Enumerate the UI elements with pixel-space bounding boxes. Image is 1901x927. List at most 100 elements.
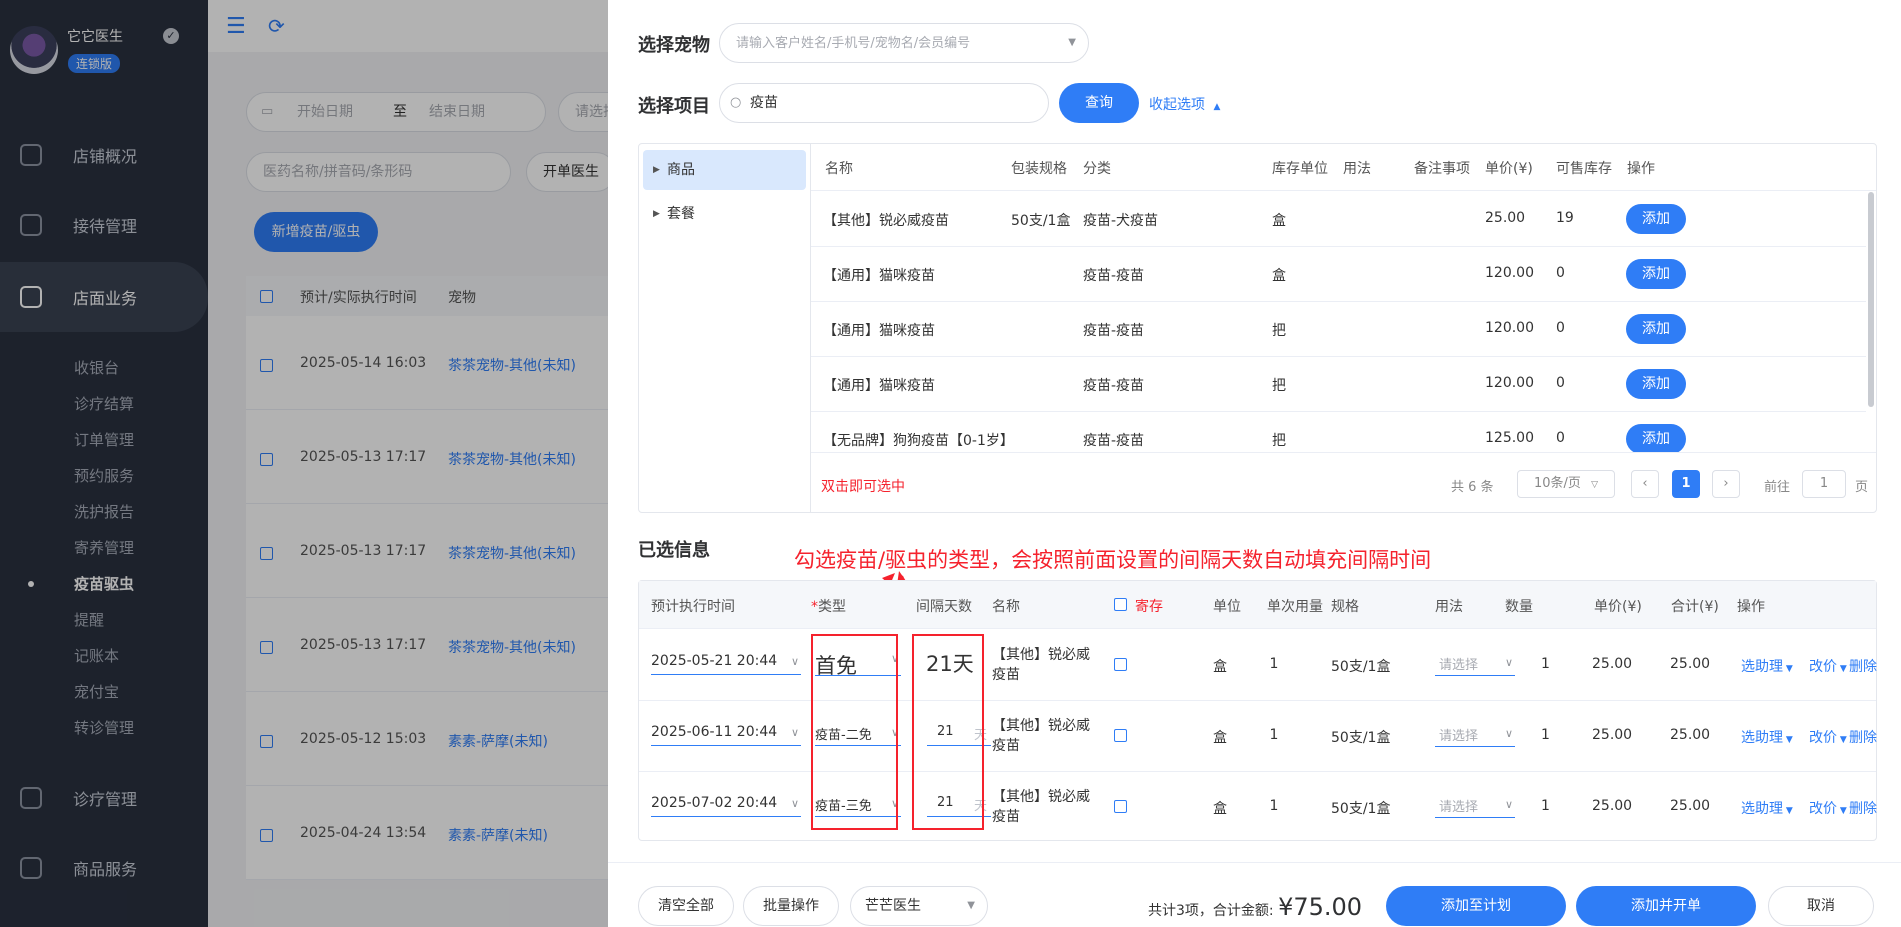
chevron-down-icon: ∨ — [1504, 727, 1513, 740]
doctor-select[interactable]: 芒芒医生 ▼ — [850, 886, 988, 926]
usage-select[interactable]: 请选择 ∨ — [1435, 725, 1515, 747]
reprice-dropdown[interactable]: 改价 ▼ — [1809, 656, 1847, 676]
add-product-button[interactable]: 添加 — [1626, 259, 1686, 289]
exec-time-picker[interactable]: 2025-05-21 20:44 ∨ — [651, 653, 801, 675]
column-actions: 操作 — [1627, 161, 1655, 177]
add-product-button[interactable]: 添加 — [1626, 204, 1686, 234]
product-row[interactable]: 【其他】锐必威疫苗 50支/1盒 疫苗-犬疫苗 盒 25.00 19 添加 — [811, 192, 1866, 247]
item-dose[interactable]: 1 — [1257, 656, 1291, 672]
select-assistant-dropdown[interactable]: 选助理 ▼ — [1741, 727, 1793, 747]
delete-link[interactable]: 删除 — [1849, 656, 1877, 676]
product-row[interactable]: 【无品牌】狗狗疫苗【0-1岁】 疫苗-疫苗 把 125.00 0 添加 — [811, 412, 1866, 452]
product-category: 疫苗-犬疫苗 — [1083, 213, 1159, 229]
item-dose[interactable]: 1 — [1257, 727, 1291, 743]
add-product-button[interactable]: 添加 — [1626, 369, 1686, 399]
item-total: 25.00 — [1670, 798, 1711, 814]
usage-select[interactable]: 请选择 ∨ — [1435, 796, 1515, 818]
exec-time-picker[interactable]: 2025-07-02 20:44 ∨ — [651, 795, 801, 817]
batch-operation-button[interactable]: 批量操作 — [743, 886, 839, 926]
product-row[interactable]: 【通用】猫咪疫苗 疫苗-疫苗 把 120.00 0 添加 — [811, 357, 1866, 412]
column-spec: 包装规格 — [1011, 161, 1067, 177]
tree-item-package[interactable]: ▶ 套餐 — [643, 194, 806, 234]
product-unit: 把 — [1272, 378, 1286, 394]
item-dose[interactable]: 1 — [1257, 798, 1291, 814]
exec-time-picker[interactable]: 2025-06-11 20:44 ∨ — [651, 724, 801, 746]
product-category: 疫苗-疫苗 — [1083, 433, 1145, 449]
product-name: 【无品牌】狗狗疫苗【0-1岁】 — [823, 433, 1014, 449]
delete-link[interactable]: 删除 — [1849, 798, 1877, 818]
tree-item-goods[interactable]: ▶ 商品 — [643, 150, 806, 190]
product-row[interactable]: 【通用】猫咪疫苗 疫苗-疫苗 把 120.00 0 添加 — [811, 302, 1866, 357]
reprice-dropdown[interactable]: 改价 ▼ — [1809, 727, 1847, 747]
column-ops: 操作 — [1737, 599, 1765, 615]
summary-text: 共计3项，合计金额: — [1148, 903, 1279, 919]
exec-time-value: 2025-05-21 20:44 — [651, 653, 778, 669]
select-assistant-dropdown[interactable]: 选助理 ▼ — [1741, 656, 1793, 676]
product-stock: 0 — [1556, 265, 1565, 281]
select-assistant-dropdown[interactable]: 选助理 ▼ — [1741, 798, 1793, 818]
add-product-button[interactable]: 添加 — [1626, 314, 1686, 344]
usage-select[interactable]: 请选择 ∨ — [1435, 654, 1515, 676]
page-size-select[interactable]: 10条/页 ▽ — [1517, 470, 1615, 498]
product-spec: 50支/1盒 — [1011, 213, 1071, 229]
add-and-order-button[interactable]: 添加并开单 — [1576, 886, 1756, 926]
query-button[interactable]: 查询 — [1059, 83, 1139, 123]
cancel-button[interactable]: 取消 — [1768, 886, 1874, 926]
item-qty[interactable]: 1 — [1541, 798, 1550, 814]
item-qty[interactable]: 1 — [1541, 727, 1550, 743]
product-price: 25.00 — [1485, 210, 1526, 226]
usage-placeholder: 请选择 — [1439, 800, 1479, 815]
product-name: 【通用】猫咪疫苗 — [823, 378, 935, 394]
product-name: 【通用】猫咪疫苗 — [823, 268, 935, 284]
product-category: 疫苗-疫苗 — [1083, 268, 1145, 284]
chevron-down-icon: ∨ — [790, 726, 799, 739]
product-table-header: 名称 包装规格 分类 库存单位 用法 备注事项 单价(¥) 可售库存 操作 — [811, 144, 1876, 191]
exec-time-value: 2025-07-02 20:44 — [651, 795, 778, 811]
add-product-button[interactable]: 添加 — [1626, 424, 1686, 452]
column-name: 名称 — [992, 599, 1020, 615]
product-unit: 盒 — [1272, 268, 1286, 284]
drawer-footer: 清空全部 批量操作 芒芒医生 ▼ 共计3项，合计金额: ¥75.00 添加至计划… — [608, 862, 1901, 927]
product-scrollbar[interactable] — [1868, 192, 1874, 407]
column-notes: 备注事项 — [1414, 161, 1470, 177]
chevron-down-icon: ▽ — [1591, 480, 1598, 490]
collapse-options-link[interactable]: 收起选项 ▲ — [1149, 94, 1220, 114]
item-qty[interactable]: 1 — [1541, 656, 1550, 672]
product-stock: 19 — [1556, 210, 1574, 226]
pet-search-select[interactable]: 请输入客户姓名/手机号/宠物名/会员编号 ▼ — [719, 23, 1089, 63]
product-unit: 把 — [1272, 433, 1286, 449]
reprice-dropdown[interactable]: 改价 ▼ — [1809, 798, 1847, 818]
item-name: 【其他】锐必威疫苗 — [992, 718, 1090, 754]
product-price: 120.00 — [1485, 265, 1534, 281]
product-price: 120.00 — [1485, 320, 1534, 336]
item-search-input[interactable]: ○ 疫苗 — [719, 83, 1049, 123]
caret-down-icon: ▼ — [1783, 735, 1793, 745]
chevron-down-icon: ▼ — [1068, 37, 1076, 48]
total-amount: ¥75.00 — [1278, 893, 1363, 921]
item-name: 【其他】锐必威疫苗 — [992, 789, 1090, 825]
caret-down-icon: ▼ — [1837, 664, 1847, 674]
add-to-plan-button[interactable]: 添加至计划 — [1386, 886, 1566, 926]
tree-item-label: 套餐 — [667, 206, 695, 222]
next-page-button[interactable]: › — [1712, 470, 1740, 498]
prev-page-button[interactable]: ‹ — [1631, 470, 1659, 498]
column-usage: 用法 — [1343, 161, 1371, 177]
current-page[interactable]: 1 — [1672, 470, 1700, 498]
boarding-checkbox[interactable] — [1114, 800, 1127, 813]
column-dose: 单次用量 — [1267, 599, 1323, 615]
usage-placeholder: 请选择 — [1439, 658, 1479, 673]
item-total: 25.00 — [1670, 727, 1711, 743]
boarding-all-checkbox[interactable] — [1114, 598, 1127, 611]
product-stock: 0 — [1556, 430, 1565, 446]
modal-overlay[interactable] — [0, 0, 608, 927]
boarding-checkbox[interactable] — [1114, 729, 1127, 742]
page-unit-label: 页 — [1855, 480, 1869, 495]
item-spec: 50支/1盒 — [1331, 730, 1391, 746]
goto-page-input[interactable]: 1 — [1802, 470, 1846, 498]
clear-all-button[interactable]: 清空全部 — [638, 886, 734, 926]
boarding-checkbox[interactable] — [1114, 658, 1127, 671]
tree-item-label: 商品 — [667, 162, 695, 178]
product-row[interactable]: 【通用】猫咪疫苗 疫苗-疫苗 盒 120.00 0 添加 — [811, 247, 1866, 302]
select-assistant-label: 选助理 — [1741, 801, 1783, 817]
delete-link[interactable]: 删除 — [1849, 727, 1877, 747]
